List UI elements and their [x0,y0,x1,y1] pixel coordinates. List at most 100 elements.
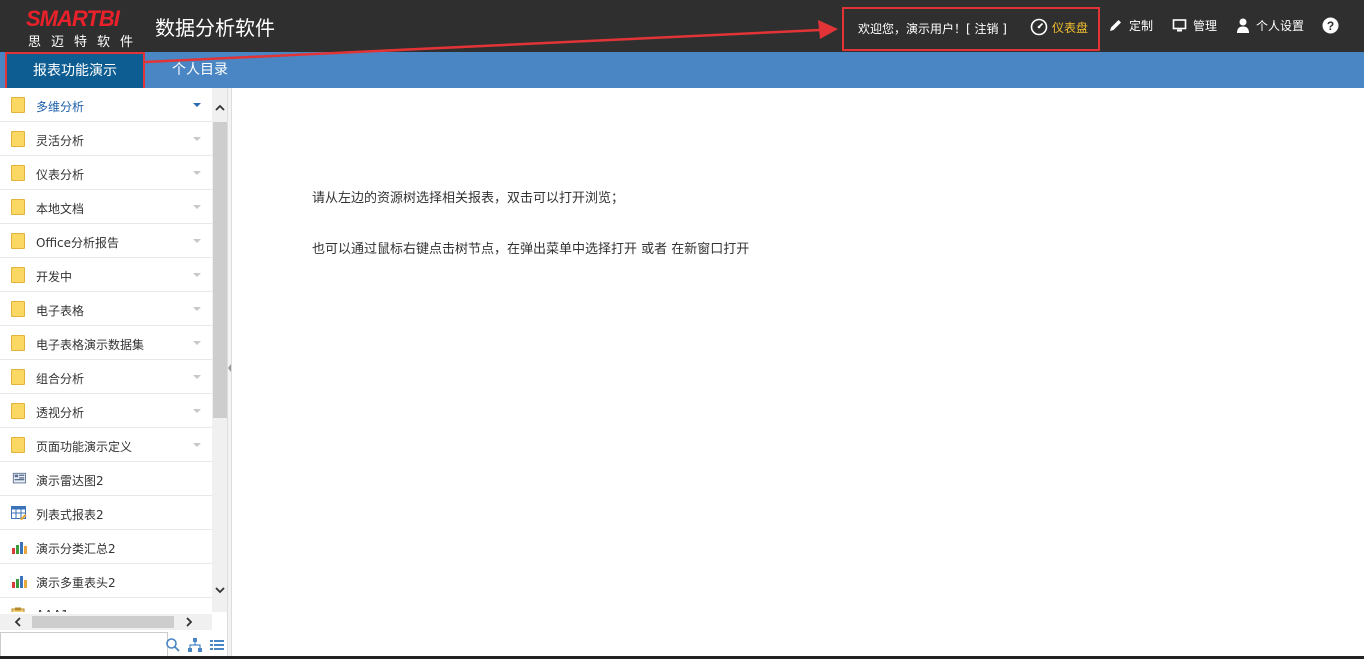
main-content: 请从左边的资源树选择相关报表，双击可以打开浏览； 也可以通过鼠标右键点击树节点，… [233,88,1364,659]
collapse-icon[interactable] [228,364,231,372]
search-icon[interactable] [165,637,181,653]
tree-node[interactable]: 演示多重表头2 [0,564,212,598]
dashboard-button[interactable]: 仪表盘 [1030,18,1088,36]
tree-view-icon[interactable] [187,637,203,653]
expand-caret-icon[interactable] [193,443,201,447]
scroll-left-icon[interactable] [12,616,24,628]
tree-node[interactable]: AAA1 [0,598,212,612]
folder-icon [11,335,25,351]
tree-node-label: 多维分析 [36,100,85,114]
user-info-box: 欢迎您，演示用户！[ 注销 ] 仪表盘 [842,7,1100,51]
manage-label: 管理 [1193,19,1218,33]
expand-caret-icon[interactable] [193,103,201,107]
tree-node[interactable]: 演示分类汇总2 [0,530,212,564]
scroll-down-icon[interactable] [214,584,226,596]
expand-caret-icon[interactable] [193,375,201,379]
tree-node-label: 列表式报表2 [36,508,104,522]
tree-node-label: 页面功能演示定义 [36,440,133,454]
logo-wordmark: SMARTBI [26,6,120,31]
expand-caret-icon[interactable] [193,205,201,209]
tree-horizontal-scrollbar[interactable] [0,614,212,630]
tree-node[interactable]: 组合分析 [0,360,212,394]
tree-node[interactable]: 列表式报表2 [0,496,212,530]
tree-node-label: Office分析报告 [36,236,120,250]
expand-caret-icon[interactable] [193,341,201,345]
expand-caret-icon[interactable] [193,409,201,413]
tree-node-label: 演示分类汇总2 [36,542,116,556]
folder-icon [11,165,25,181]
list-view-icon[interactable] [209,637,225,653]
tree-node-label: 本地文档 [36,202,85,216]
tree-node[interactable]: 电子表格演示数据集 [0,326,212,360]
gauge-icon [1030,18,1048,36]
hscroll-thumb[interactable] [32,616,174,628]
svg-text:?: ? [1327,19,1334,33]
expand-caret-icon[interactable] [193,171,201,175]
scroll-thumb[interactable] [213,122,227,418]
expand-caret-icon[interactable] [193,137,201,141]
tree-node-label: 透视分析 [36,406,85,420]
personal-settings-label: 个人设置 [1256,19,1305,33]
folder-icon [11,199,25,215]
tree-node-label: 电子表格 [36,304,85,318]
personal-settings-button[interactable]: 个人设置 [1236,17,1304,34]
bar-chart-icon [12,542,27,554]
customize-button[interactable]: 定制 [1108,17,1153,34]
tree-node[interactable]: 本地文档 [0,190,212,224]
tree-node-label: 演示雷达图2 [36,474,104,488]
app-title: 数据分析软件 [155,16,275,40]
nav-bar: 报表功能演示 个人目录 [0,52,1364,90]
hint-line-2: 也可以通过鼠标右键点击树节点，在弹出菜单中选择打开 或者 在新窗口打开 [312,242,750,257]
tree-node[interactable]: 页面功能演示定义 [0,428,212,462]
user-icon [1237,18,1249,33]
tab-report-demo[interactable]: 报表功能演示 [5,52,145,90]
tree-node[interactable]: 透视分析 [0,394,212,428]
tree-node[interactable]: 仪表分析 [0,156,212,190]
tab-personal-directory[interactable]: 个人目录 [172,52,228,88]
folder-icon [11,403,25,419]
tree-node-label: 灵活分析 [36,134,85,148]
folder-icon [11,233,25,249]
tree-node[interactable]: 演示雷达图2 [0,462,212,496]
scroll-up-icon[interactable] [214,102,226,114]
folder-icon [11,301,25,317]
tree-node-label: 仪表分析 [36,168,85,182]
expand-caret-icon[interactable] [193,307,201,311]
pencil-icon [1110,20,1121,31]
logo-subtitle: 思迈特软件 [28,35,144,50]
expand-caret-icon[interactable] [193,273,201,277]
welcome-logout-link[interactable]: 欢迎您，演示用户！[ 注销 ] [858,20,1007,37]
expand-caret-icon[interactable] [193,239,201,243]
manage-button[interactable]: 管理 [1172,17,1217,34]
resource-tree: 多维分析灵活分析仪表分析本地文档 Office分析报告 开发中电子表格电子表格演示数… [0,88,212,612]
tree-node-label: 开发中 [36,270,73,284]
tree-node-label: 演示多重表头2 [36,576,116,590]
tree-node[interactable]: 灵活分析 [0,122,212,156]
clipboard-icon [11,607,25,612]
tree-node-label: AAA1 [36,608,69,612]
folder-icon [11,437,25,453]
customize-label: 定制 [1129,19,1154,33]
tree-node[interactable]: 多维分析 [0,88,212,122]
folder-icon [11,369,25,385]
help-icon: ? [1322,17,1339,34]
tree-node[interactable]: 电子表格 [0,292,212,326]
tree-node-label: 组合分析 [36,372,85,386]
radar-report-icon [12,472,26,484]
bar-chart-icon [12,576,27,588]
tree-node[interactable]: 开发中 [0,258,212,292]
panel-splitter[interactable] [228,88,232,659]
top-header: SMARTBI 思迈特软件 数据分析软件 欢迎您，演示用户！[ 注销 ] 仪表盘… [0,0,1364,52]
tree-node[interactable]: Office分析报告 [0,224,212,258]
tree-search-input[interactable] [0,632,168,658]
scroll-right-icon[interactable] [183,616,195,628]
dashboard-label: 仪表盘 [1052,20,1089,35]
tree-tools [165,637,225,653]
smartbi-logo: SMARTBI 思迈特软件 [26,4,144,50]
tree-node-label: 电子表格演示数据集 [36,338,145,352]
help-button[interactable]: ? [1322,17,1345,34]
list-report-icon [11,506,27,520]
hint-line-1: 请从左边的资源树选择相关报表，双击可以打开浏览； [312,191,625,206]
monitor-icon [1172,19,1187,32]
tree-vertical-scrollbar[interactable] [212,88,227,612]
